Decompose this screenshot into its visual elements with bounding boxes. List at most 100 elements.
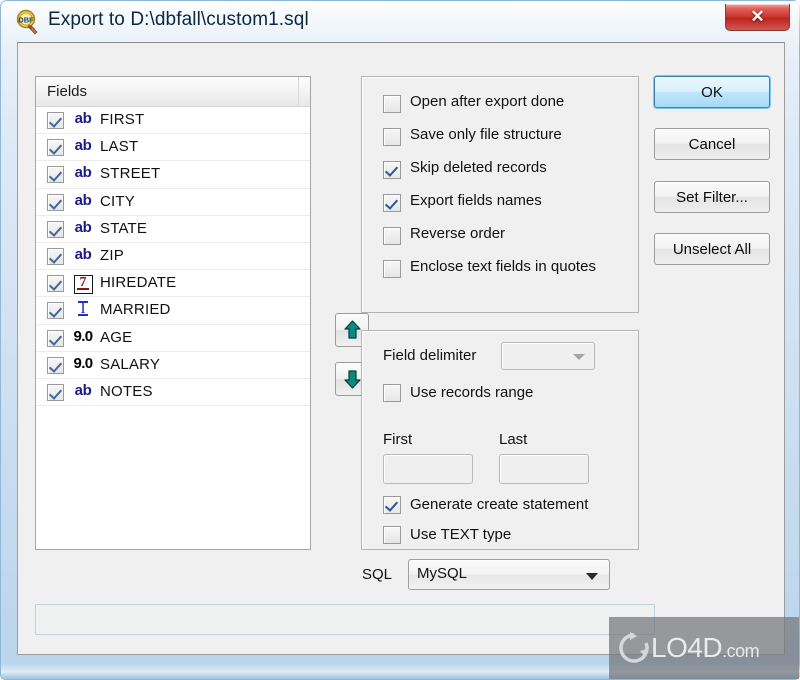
generate-create-statement-row[interactable]: Generate create statement: [383, 496, 588, 518]
fields-header-label: Fields: [47, 83, 88, 100]
field-checkbox[interactable]: [47, 166, 64, 184]
fields-row-container: ab FIRST ab LAST ab STREET ab CITY ab STATE ab ZIP 7…: [36, 107, 310, 407]
field-checkbox[interactable]: [47, 247, 64, 265]
field-type-logical-icon: I: [70, 300, 96, 318]
use-records-range-label: Use records range: [410, 384, 534, 401]
field-checkbox[interactable]: [47, 329, 64, 347]
export-option-checkbox[interactable]: [383, 95, 401, 113]
unselect-all-button[interactable]: Unselect All: [654, 233, 770, 265]
field-checkbox[interactable]: [47, 383, 64, 401]
dbf-magnifier-icon: DBF: [16, 9, 38, 35]
field-type-numeric-icon: 9.0: [73, 354, 93, 372]
field-name-label: AGE: [100, 328, 133, 346]
field-type-character-icon: ab: [74, 164, 92, 182]
first-record-label: First: [383, 431, 413, 448]
field-row[interactable]: ab NOTES: [36, 379, 310, 407]
use-text-type-label: Use TEXT type: [410, 526, 512, 543]
field-name-label: SALARY: [100, 355, 161, 373]
field-type-character-icon: ab: [74, 137, 92, 155]
field-type-character-icon: ab: [74, 191, 92, 209]
field-row[interactable]: ab FIRST: [36, 107, 310, 135]
svg-text:DBF: DBF: [18, 15, 34, 24]
field-checkbox[interactable]: [47, 220, 64, 238]
chevron-down-icon: [573, 354, 585, 360]
cancel-button[interactable]: Cancel: [654, 128, 770, 160]
export-option-label: Reverse order: [410, 225, 506, 242]
field-type-character-icon: ab: [74, 218, 92, 236]
field-row[interactable]: 9.0 SALARY: [36, 352, 310, 379]
last-record-label: Last: [499, 431, 528, 448]
field-row[interactable]: 9.0 AGE: [36, 325, 310, 352]
field-checkbox[interactable]: [47, 275, 64, 293]
field-checkbox[interactable]: [47, 302, 64, 320]
use-records-range-checkbox-row[interactable]: Use records range: [383, 384, 533, 406]
field-name-label: LAST: [100, 138, 139, 156]
field-checkbox[interactable]: [47, 193, 64, 211]
field-checkbox[interactable]: [47, 112, 64, 129]
field-name-label: FIRST: [100, 111, 145, 128]
field-row[interactable]: ab STATE: [36, 216, 310, 243]
field-row[interactable]: ab ZIP: [36, 243, 310, 271]
field-name-label: NOTES: [100, 382, 153, 400]
close-icon: ✕: [750, 7, 765, 26]
use-records-range-checkbox[interactable]: [383, 384, 401, 402]
chevron-down-icon: [586, 573, 598, 580]
arrow-up-icon: [344, 320, 361, 339]
field-row[interactable]: ab CITY: [36, 189, 310, 216]
field-name-label: CITY: [100, 192, 135, 210]
field-type-date-icon: 7: [70, 273, 96, 295]
window-frame: DBF Export to D:\dbfall\custom1.sql ✕ Fi…: [0, 0, 800, 680]
export-option-label: Export fields names: [410, 192, 542, 209]
ok-button[interactable]: OK: [654, 76, 770, 108]
field-type-date-glyph: 7: [73, 275, 93, 295]
export-option-checkbox[interactable]: [383, 161, 401, 179]
sql-dialect-label: SQL: [362, 566, 393, 583]
export-option-label: Skip deleted records: [410, 159, 547, 176]
field-type-numeric-icon: 9.0: [73, 327, 93, 345]
export-option-label: Enclose text fields in quotes: [410, 258, 596, 275]
lo4d-logo-icon: [619, 632, 649, 663]
field-name-label: STREET: [100, 165, 161, 183]
export-option-checkbox[interactable]: [383, 128, 401, 146]
arrow-down-icon: [344, 370, 361, 389]
export-option-label: Save only file structure: [410, 126, 562, 143]
export-option-label: Open after export done: [410, 93, 565, 110]
first-record-input[interactable]: [383, 454, 473, 484]
field-type-logical-glyph: I: [78, 300, 88, 318]
field-name-label: MARRIED: [100, 301, 171, 319]
field-row[interactable]: ab STREET: [36, 161, 310, 189]
export-option-checkbox[interactable]: [383, 227, 401, 245]
watermark: LO4D.com: [609, 617, 799, 679]
export-options-group: Open after export done Save only file str…: [361, 76, 639, 313]
fields-header-divider: [298, 77, 299, 106]
field-type-character-icon: ab: [74, 110, 92, 127]
export-option-checkbox[interactable]: [383, 260, 401, 278]
use-text-type-checkbox[interactable]: [383, 526, 401, 544]
set-filter-button[interactable]: Set Filter...: [654, 181, 770, 213]
fields-list[interactable]: Fields ab FIRST ab LAST ab STREET ab CITY ab STAT…: [35, 76, 311, 550]
watermark-suffix: .com: [722, 641, 760, 661]
sql-dialect-combo[interactable]: MySQL: [408, 559, 610, 590]
field-name-label: HIREDATE: [100, 274, 177, 292]
field-checkbox[interactable]: [47, 356, 64, 374]
fields-column-header[interactable]: Fields: [36, 77, 310, 107]
use-text-type-row[interactable]: Use TEXT type: [383, 526, 511, 548]
field-name-label: ZIP: [100, 246, 124, 264]
field-delimiter-combo[interactable]: [501, 342, 595, 370]
window-title: Export to D:\dbfall\custom1.sql: [48, 9, 309, 30]
last-record-input[interactable]: [499, 454, 589, 484]
sql-options-group: Field delimiter Use records range First …: [361, 330, 639, 550]
generate-create-statement-checkbox[interactable]: [383, 496, 401, 514]
watermark-text: LO4D.com: [651, 632, 760, 664]
sql-dialect-value: MySQL: [417, 565, 468, 582]
title-bar[interactable]: DBF Export to D:\dbfall\custom1.sql ✕: [1, 1, 800, 45]
watermark-name: LO4D: [651, 632, 723, 663]
dialog-client-area: Fields ab FIRST ab LAST ab STREET ab CITY ab STAT…: [17, 42, 785, 655]
field-row[interactable]: ab LAST: [36, 134, 310, 162]
field-type-character-icon: ab: [74, 245, 92, 263]
field-row[interactable]: 7 HIREDATE: [36, 270, 310, 298]
field-checkbox[interactable]: [47, 139, 64, 157]
export-option-checkbox[interactable]: [383, 194, 401, 212]
close-button[interactable]: ✕: [725, 4, 790, 31]
field-row[interactable]: I MARRIED: [36, 297, 310, 325]
